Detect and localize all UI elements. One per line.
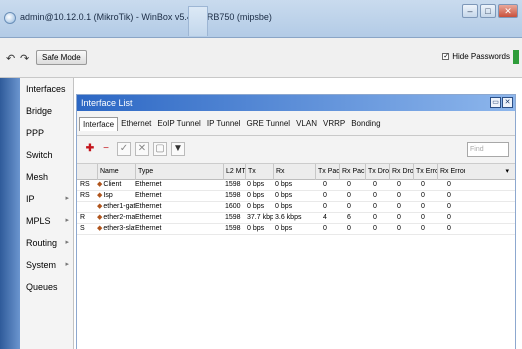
hide-passwords-label: Hide Passwords bbox=[452, 52, 510, 61]
safe-mode-button[interactable]: Safe Mode bbox=[36, 50, 87, 65]
sidebar-item-interfaces[interactable]: Interfaces bbox=[20, 78, 73, 100]
window-titlebar: admin@10.12.0.1 (MikroTik) - WinBox v5.4… bbox=[0, 0, 522, 38]
interface-icon: ◆ bbox=[97, 214, 103, 221]
table-row[interactable]: R ◆ether2-master-l Ethernet 1598 37.7 kb… bbox=[77, 213, 515, 224]
column-menu-icon[interactable]: ▾ bbox=[505, 164, 509, 179]
interface-list-titlebar: Interface List ▭ ✕ bbox=[77, 95, 515, 111]
tab-vlan[interactable]: VLAN bbox=[293, 117, 320, 131]
workspace: Interface List ▭ ✕ Interface Ethernet Eo… bbox=[74, 78, 522, 349]
sidebar-item-ppp[interactable]: PPP bbox=[20, 122, 73, 144]
enable-icon[interactable]: ✓ bbox=[117, 142, 131, 156]
column-header-type[interactable]: Type bbox=[135, 164, 223, 180]
titlebar-tab bbox=[188, 6, 208, 36]
sidebar-item-mesh[interactable]: Mesh bbox=[20, 166, 73, 188]
table-row[interactable]: RS ◆Isp Ethernet 1598 0 bps 0 bps 0 0 0 … bbox=[77, 191, 515, 202]
interface-tabs: Interface Ethernet EoIP Tunnel IP Tunnel… bbox=[79, 117, 384, 131]
disable-icon[interactable]: ✕ bbox=[135, 142, 149, 156]
column-header-l2mtu[interactable]: L2 MTU bbox=[223, 164, 245, 180]
window-restore-icon[interactable]: ▭ bbox=[490, 97, 501, 108]
hide-passwords-toggle[interactable]: ✓ Hide Passwords bbox=[442, 52, 510, 61]
submenu-arrow-icon: ▸ bbox=[65, 239, 69, 246]
tab-ethernet[interactable]: Ethernet bbox=[118, 117, 154, 131]
add-icon[interactable]: ✚ bbox=[83, 142, 97, 156]
comment-icon[interactable]: ▢ bbox=[153, 142, 167, 156]
tab-ip-tunnel[interactable]: IP Tunnel bbox=[204, 117, 244, 131]
interface-list-toolbar: ✚ − ✓ ✕ ▢ ▼ Find bbox=[77, 135, 515, 163]
filter-icon[interactable]: ▼ bbox=[171, 142, 185, 156]
table-row[interactable]: RS ◆Client Ethernet 1598 0 bps 0 bps 0 0… bbox=[77, 180, 515, 191]
main-toolbar: ↶ ↷ Safe Mode ✓ Hide Passwords bbox=[0, 38, 522, 78]
column-header-rx-errors[interactable]: Rx Errors bbox=[437, 164, 465, 180]
column-header-name[interactable]: Name bbox=[97, 164, 135, 180]
submenu-arrow-icon: ▸ bbox=[65, 261, 69, 268]
column-header-rx-packets[interactable]: Rx Pac... bbox=[339, 164, 365, 180]
tab-interface[interactable]: Interface bbox=[79, 117, 119, 131]
undo-icon[interactable]: ↶ bbox=[6, 52, 15, 65]
maximize-icon[interactable]: □ bbox=[480, 4, 496, 18]
column-header-tx[interactable]: Tx bbox=[245, 164, 273, 180]
sidebar-item-queues[interactable]: Queues bbox=[20, 276, 73, 298]
table-row[interactable]: S ◆ether3-slave-lo Ethernet 1598 0 bps 0… bbox=[77, 224, 515, 235]
connection-status-icon bbox=[513, 50, 519, 64]
window-close-icon[interactable]: ✕ bbox=[502, 97, 513, 108]
hide-passwords-checkbox[interactable]: ✓ bbox=[442, 53, 450, 60]
tab-bonding[interactable]: Bonding bbox=[348, 117, 383, 131]
submenu-arrow-icon: ▸ bbox=[65, 195, 69, 202]
table-header: Name Type L2 MTU Tx Rx Tx Pac... Rx Pac.… bbox=[77, 164, 515, 180]
interface-list-title: Interface List bbox=[81, 98, 133, 108]
sidebar-item-bridge[interactable]: Bridge bbox=[20, 100, 73, 122]
interface-icon: ◆ bbox=[97, 203, 103, 210]
interface-icon: ◆ bbox=[97, 225, 103, 232]
minimize-icon[interactable]: – bbox=[462, 4, 478, 18]
sidebar-item-routing[interactable]: Routing ▸ bbox=[20, 232, 73, 254]
sidebar-item-mpls[interactable]: MPLS ▸ bbox=[20, 210, 73, 232]
submenu-arrow-icon: ▸ bbox=[65, 217, 69, 224]
column-header-tx-errors[interactable]: Tx Errors bbox=[413, 164, 437, 180]
remove-icon[interactable]: − bbox=[99, 142, 113, 156]
interface-table: Name Type L2 MTU Tx Rx Tx Pac... Rx Pac.… bbox=[77, 163, 515, 349]
close-icon[interactable]: ✕ bbox=[498, 4, 518, 18]
interface-icon: ◆ bbox=[97, 181, 103, 188]
winbox-app-icon bbox=[4, 12, 16, 24]
column-header-tx-drops[interactable]: Tx Drops bbox=[365, 164, 389, 180]
tab-gre-tunnel[interactable]: GRE Tunnel bbox=[244, 117, 294, 131]
column-header-rx[interactable]: Rx bbox=[273, 164, 315, 180]
column-header-rx-drops[interactable]: Rx Drops bbox=[389, 164, 413, 180]
interface-icon: ◆ bbox=[97, 192, 103, 199]
sidebar-item-switch[interactable]: Switch bbox=[20, 144, 73, 166]
tab-vrrp[interactable]: VRRP bbox=[320, 117, 348, 131]
sidebar-menu: Interfaces Bridge PPP Switch Mesh IP ▸ MP… bbox=[20, 78, 74, 349]
window-controls: – □ ✕ bbox=[462, 4, 518, 18]
redo-icon[interactable]: ↷ bbox=[20, 52, 29, 65]
interface-list-window: Interface List ▭ ✕ Interface Ethernet Eo… bbox=[76, 94, 516, 349]
window-title: admin@10.12.0.1 (MikroTik) - WinBox v5.4… bbox=[20, 12, 272, 22]
table-row[interactable]: ◆ether1-gateway Ethernet 1600 0 bps 0 bp… bbox=[77, 202, 515, 213]
sidebar: Interfaces Bridge PPP Switch Mesh IP ▸ MP… bbox=[0, 78, 74, 349]
sidebar-item-system[interactable]: System ▸ bbox=[20, 254, 73, 276]
tab-eoip-tunnel[interactable]: EoIP Tunnel bbox=[154, 117, 203, 131]
find-input[interactable]: Find bbox=[467, 142, 509, 157]
column-header-tx-packets[interactable]: Tx Pac... bbox=[315, 164, 339, 180]
sidebar-item-ip[interactable]: IP ▸ bbox=[20, 188, 73, 210]
sidebar-brand-strip bbox=[0, 78, 20, 349]
